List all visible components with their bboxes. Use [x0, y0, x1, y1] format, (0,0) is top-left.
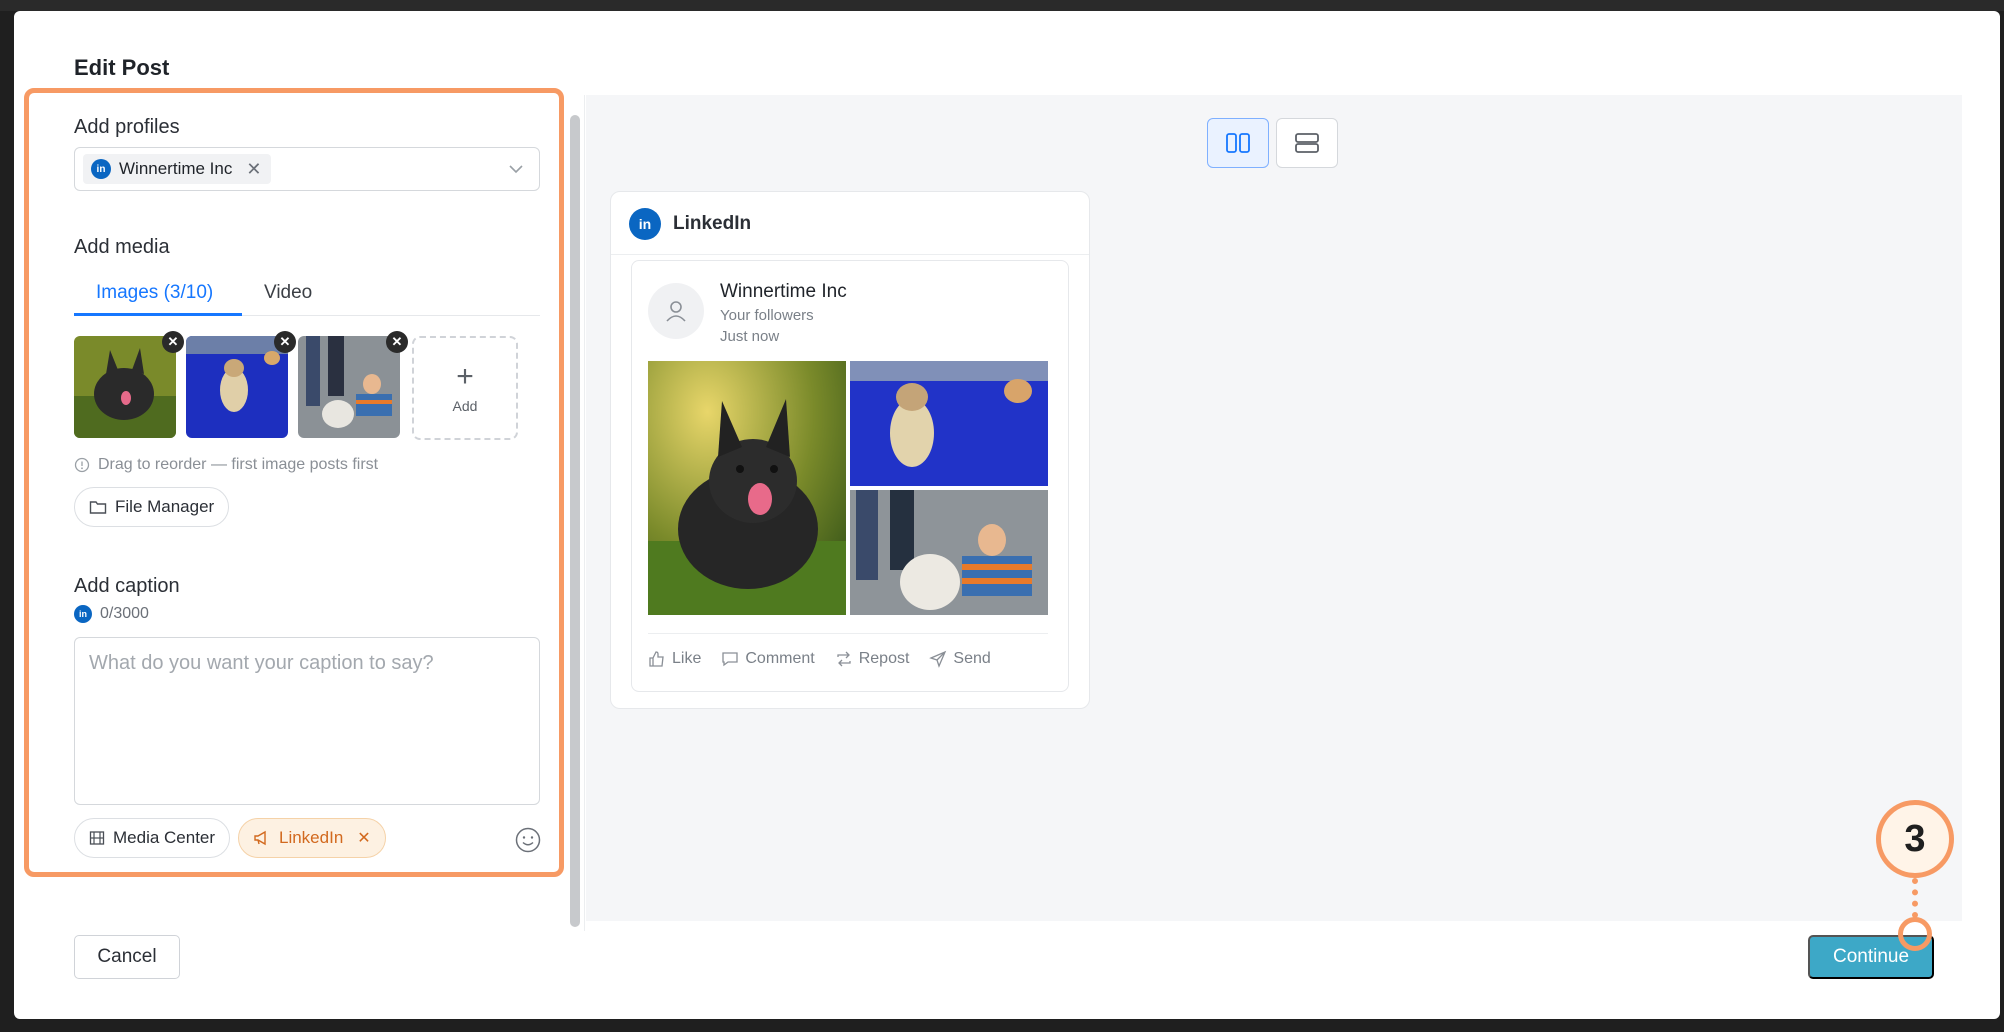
film-icon: [89, 831, 105, 845]
post-author: Winnertime Inc: [720, 281, 847, 302]
panel-divider: [584, 95, 585, 931]
file-manager-label: File Manager: [115, 497, 215, 516]
columns-icon: [1226, 133, 1250, 153]
modal-title: Edit Post: [74, 55, 170, 80]
post-actions: Like Comment Repost Send: [648, 633, 1048, 668]
linkedin-tag[interactable]: LinkedIn ✕: [238, 818, 386, 858]
thumbs-up-icon: [649, 651, 664, 667]
add-media-label: Add: [452, 398, 478, 414]
char-count-text: 0/3000: [100, 605, 149, 622]
info-icon: [74, 457, 90, 473]
linkedin-icon: in: [91, 159, 111, 179]
active-tab-indicator: [74, 313, 242, 316]
plus-icon: +: [456, 360, 474, 393]
send-icon: [929, 650, 947, 668]
caption-char-count: in 0/3000: [74, 605, 149, 623]
linkedin-tag-label: LinkedIn: [279, 828, 344, 847]
linkedin-icon: in: [629, 208, 661, 240]
post-image-3: [850, 490, 1048, 615]
avatar: [648, 283, 704, 339]
post-image-1: [648, 361, 846, 615]
emoji-icon[interactable]: [515, 827, 541, 853]
folder-icon: [89, 501, 107, 514]
user-icon: [666, 301, 686, 322]
media-thumbnail-3[interactable]: [298, 336, 400, 438]
comment-action[interactable]: Comment: [721, 650, 815, 668]
step-connector: [1912, 878, 1918, 918]
profile-select[interactable]: in Winnertime Inc ✕: [74, 147, 540, 191]
remove-image-icon[interactable]: ✕: [274, 331, 296, 353]
add-media-label: Add media: [74, 236, 170, 258]
left-panel-scrollbar[interactable]: [570, 115, 580, 927]
caption-input[interactable]: [74, 637, 540, 805]
media-thumbnail-1[interactable]: [74, 336, 176, 438]
comment-label: Comment: [745, 650, 815, 667]
stacked-view-button[interactable]: [1276, 118, 1338, 168]
add-profiles-label: Add profiles: [74, 116, 180, 138]
repost-action[interactable]: Repost: [835, 650, 910, 668]
remove-tag-icon[interactable]: ✕: [357, 828, 370, 848]
chevron-down-icon[interactable]: [507, 160, 525, 178]
media-center-button[interactable]: Media Center: [74, 818, 231, 858]
preview-network-label: LinkedIn: [673, 213, 752, 234]
preview-header: in LinkedIn: [629, 208, 751, 240]
remove-image-icon[interactable]: ✕: [162, 331, 184, 353]
reorder-hint-text: Drag to reorder — first image posts firs…: [98, 456, 379, 473]
comment-icon: [722, 652, 739, 667]
post-audience: Your followers: [720, 307, 814, 324]
step-target-ring: [1898, 917, 1932, 951]
backdrop: [0, 0, 2004, 11]
media-center-label: Media Center: [113, 828, 216, 847]
repost-icon: [837, 651, 851, 667]
reorder-hint: Drag to reorder — first image posts firs…: [74, 456, 378, 474]
step-marker: 3: [1876, 800, 1954, 878]
megaphone-icon: [254, 830, 266, 846]
divider: [611, 254, 1089, 255]
media-tabs: Images (3/10) Video: [74, 276, 540, 316]
profile-chip[interactable]: in Winnertime Inc ✕: [83, 154, 272, 184]
rows-icon: [1295, 133, 1319, 153]
post-time: Just now: [720, 328, 780, 345]
like-action[interactable]: Like: [648, 650, 701, 668]
send-label: Send: [953, 650, 991, 667]
remove-profile-icon[interactable]: ✕: [246, 159, 261, 180]
profile-chip-label: Winnertime Inc: [119, 159, 233, 178]
cancel-button[interactable]: Cancel: [74, 935, 180, 979]
like-label: Like: [672, 650, 702, 667]
linkedin-icon: in: [74, 605, 92, 623]
edit-post-modal: Edit Post Add profiles in Winnertime Inc…: [14, 11, 2000, 1019]
send-action[interactable]: Send: [929, 650, 991, 668]
media-thumbnail-2[interactable]: [186, 336, 288, 438]
remove-image-icon[interactable]: ✕: [386, 331, 408, 353]
linkedin-preview-card: in LinkedIn Winnertime Inc Your follower…: [610, 191, 1090, 709]
repost-label: Repost: [858, 650, 910, 667]
add-media-button[interactable]: + Add: [412, 336, 518, 440]
side-by-side-view-button[interactable]: [1207, 118, 1269, 168]
tab-video[interactable]: Video: [264, 282, 312, 304]
add-caption-label: Add caption: [74, 575, 180, 597]
file-manager-button[interactable]: File Manager: [74, 487, 230, 527]
post-preview: Winnertime Inc Your followers Just now L…: [631, 260, 1069, 692]
post-image-2: [850, 361, 1048, 486]
tab-images[interactable]: Images (3/10): [96, 282, 213, 304]
post-image-grid: [648, 361, 1048, 615]
